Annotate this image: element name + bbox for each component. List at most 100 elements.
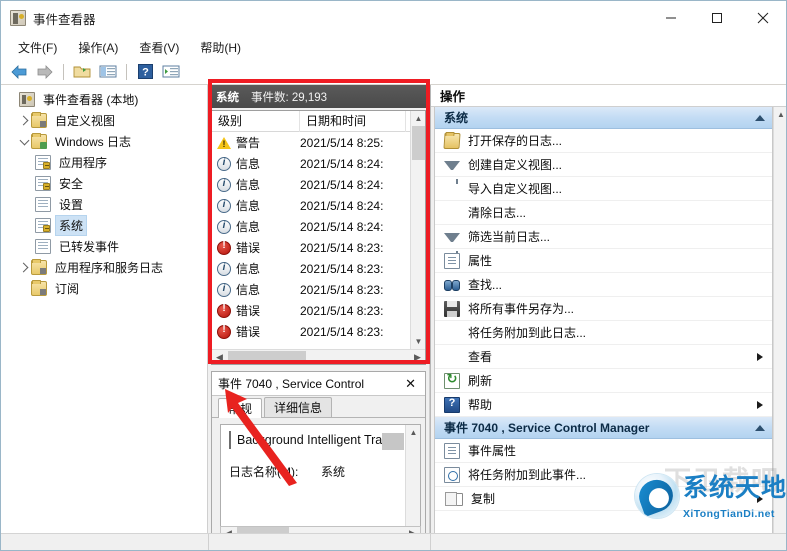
- show-action-pane-icon[interactable]: [159, 61, 183, 83]
- tree-item-custom-views[interactable]: 自定义视图: [1, 110, 207, 131]
- table-row[interactable]: 信息 2021/5/14 8:24:: [212, 174, 425, 195]
- action-help[interactable]: 帮助: [435, 393, 772, 417]
- scroll-up-icon[interactable]: ▲: [411, 111, 425, 126]
- event-level-label: 信息: [236, 262, 261, 276]
- folder-icon: [31, 133, 47, 149]
- maximize-button[interactable]: [694, 1, 740, 35]
- forward-icon[interactable]: [33, 61, 57, 83]
- open-folder-icon: [443, 132, 461, 149]
- scroll-right-icon[interactable]: ▶: [410, 350, 425, 365]
- scrollbar-thumb[interactable]: [412, 126, 425, 160]
- menu-action[interactable]: 操作(A): [69, 36, 127, 59]
- menu-view[interactable]: 查看(V): [130, 36, 188, 59]
- twisty-collapsed-icon[interactable]: [17, 261, 31, 275]
- event-viewer-icon: [10, 10, 26, 26]
- table-row[interactable]: 警告 2021/5/14 8:25:: [212, 132, 425, 153]
- status-bar: [1, 533, 786, 550]
- scroll-up-icon[interactable]: ▲: [406, 425, 420, 440]
- action-label: 将任务附加到此日志...: [468, 326, 587, 340]
- save-icon: [444, 300, 460, 317]
- tree-item-application[interactable]: 应用程序: [1, 152, 207, 173]
- action-import-custom-view[interactable]: 导入自定义视图...: [435, 177, 772, 201]
- show-pane-icon[interactable]: [96, 61, 120, 83]
- tree-item-applications-and-services-logs[interactable]: 应用程序和服务日志: [1, 257, 207, 278]
- event-datetime-cell: 2021/5/14 8:23:: [300, 240, 384, 255]
- event-level-cell: 信息: [212, 218, 300, 235]
- tree-item-security[interactable]: 安全: [1, 173, 207, 194]
- log-icon: [35, 239, 51, 254]
- scroll-left-icon[interactable]: ◀: [212, 350, 227, 365]
- minimize-button[interactable]: [648, 1, 694, 35]
- action-view[interactable]: 查看: [435, 345, 772, 369]
- help-icon[interactable]: ?: [133, 61, 157, 83]
- column-header-datetime[interactable]: 日期和时间: [300, 111, 406, 132]
- action-attach-task-to-event[interactable]: 将任务附加到此事件...: [435, 463, 772, 487]
- menu-file[interactable]: 文件(F): [9, 36, 66, 59]
- actions-pane: 操作 系统 打开保存的日志... 创建自定义视图... 导入自定义视图... 清…: [430, 85, 786, 550]
- event-level-cell: 错误: [212, 323, 300, 340]
- event-grid[interactable]: 级别 日期和时间 警告 2021/5/14 8:25: 信: [211, 110, 426, 365]
- scroll-down-icon[interactable]: ▼: [411, 334, 425, 349]
- action-refresh[interactable]: 刷新: [435, 369, 772, 393]
- submenu-arrow-icon: [757, 352, 763, 361]
- action-copy[interactable]: 复制: [435, 487, 772, 511]
- action-label: 打开保存的日志...: [468, 134, 563, 148]
- tab-general[interactable]: 常规: [218, 398, 263, 418]
- scrollbar-thumb-h[interactable]: [228, 350, 306, 364]
- tree-item-label: 设置: [59, 198, 84, 212]
- action-label: 筛选当前日志...: [468, 230, 551, 244]
- copy-icon: [445, 491, 463, 506]
- actions-section-header-event[interactable]: 事件 7040 , Service Control Manager: [435, 417, 772, 439]
- action-find[interactable]: 查找...: [435, 273, 772, 297]
- action-clear-log[interactable]: 清除日志...: [435, 201, 772, 225]
- table-row[interactable]: 信息 2021/5/14 8:23:: [212, 279, 425, 300]
- actions-section-header-system[interactable]: 系统: [435, 107, 772, 129]
- action-label: 将所有事件另存为...: [468, 302, 575, 316]
- back-icon[interactable]: [7, 61, 31, 83]
- table-row[interactable]: 信息 2021/5/14 8:24:: [212, 216, 425, 237]
- table-row[interactable]: 错误 2021/5/14 8:23:: [212, 300, 425, 321]
- title-bar: 事件查看器: [1, 1, 786, 35]
- scroll-up-icon[interactable]: ▲: [774, 107, 786, 122]
- event-list-horizontal-scrollbar[interactable]: ◀ ▶: [212, 349, 425, 364]
- tree-item-forwarded-events[interactable]: 已转发事件: [1, 236, 207, 257]
- tree-item-label: 系统: [54, 215, 88, 236]
- twisty-expanded-icon[interactable]: [17, 135, 31, 149]
- action-event-properties[interactable]: 事件属性: [435, 439, 772, 463]
- event-list-pane: 系统 事件数: 29,193 级别 日期和时间 警告 2021/5/14 8:2…: [208, 85, 430, 550]
- detail-field-row: 日志名称(M): 系统: [229, 463, 420, 480]
- action-save-all-events-as[interactable]: 将所有事件另存为...: [435, 297, 772, 321]
- actions-vertical-scrollbar[interactable]: ▲: [773, 107, 786, 550]
- table-row[interactable]: 错误 2021/5/14 8:23:: [212, 237, 425, 258]
- chevron-up-icon[interactable]: [755, 424, 765, 431]
- tree-item-windows-logs[interactable]: Windows 日志: [1, 131, 207, 152]
- menu-help[interactable]: 帮助(H): [191, 36, 250, 59]
- table-row[interactable]: 信息 2021/5/14 8:23:: [212, 258, 425, 279]
- tree-item-setup[interactable]: 设置: [1, 194, 207, 215]
- event-level-label: 错误: [236, 241, 261, 255]
- table-row[interactable]: 错误 2021/5/14 8:23:: [212, 321, 425, 342]
- folder-icon: [31, 112, 47, 128]
- action-properties[interactable]: 属性: [435, 249, 772, 273]
- close-button[interactable]: [740, 1, 786, 35]
- open-folder-icon[interactable]: [70, 61, 94, 83]
- action-open-saved-log[interactable]: 打开保存的日志...: [435, 129, 772, 153]
- action-create-custom-view[interactable]: 创建自定义视图...: [435, 153, 772, 184]
- action-filter-current-log[interactable]: 筛选当前日志...: [435, 225, 772, 256]
- table-row[interactable]: 信息 2021/5/14 8:24:: [212, 153, 425, 174]
- chevron-up-icon[interactable]: [755, 114, 765, 121]
- tree-item-event-viewer-root[interactable]: 事件查看器 (本地): [1, 89, 207, 110]
- tree-item-system[interactable]: 系统: [1, 215, 207, 236]
- close-icon[interactable]: ✕: [402, 376, 419, 392]
- no-icon: [444, 349, 460, 365]
- tab-details[interactable]: 详细信息: [264, 397, 333, 417]
- action-attach-task-to-log[interactable]: 将任务附加到此日志...: [435, 321, 772, 345]
- tree-item-label: 已转发事件: [59, 240, 120, 254]
- column-header-level[interactable]: 级别: [212, 111, 300, 132]
- twisty-collapsed-icon[interactable]: [17, 114, 31, 128]
- table-row[interactable]: 信息 2021/5/14 8:24:: [212, 195, 425, 216]
- event-datetime-cell: 2021/5/14 8:25:: [300, 135, 384, 150]
- event-list-vertical-scrollbar[interactable]: ▲ ▼: [410, 111, 425, 349]
- console-tree-pane[interactable]: 事件查看器 (本地) 自定义视图 Windows 日志 应用程序 安全 设置 系…: [1, 85, 208, 550]
- tree-item-subscriptions[interactable]: 订阅: [1, 278, 207, 299]
